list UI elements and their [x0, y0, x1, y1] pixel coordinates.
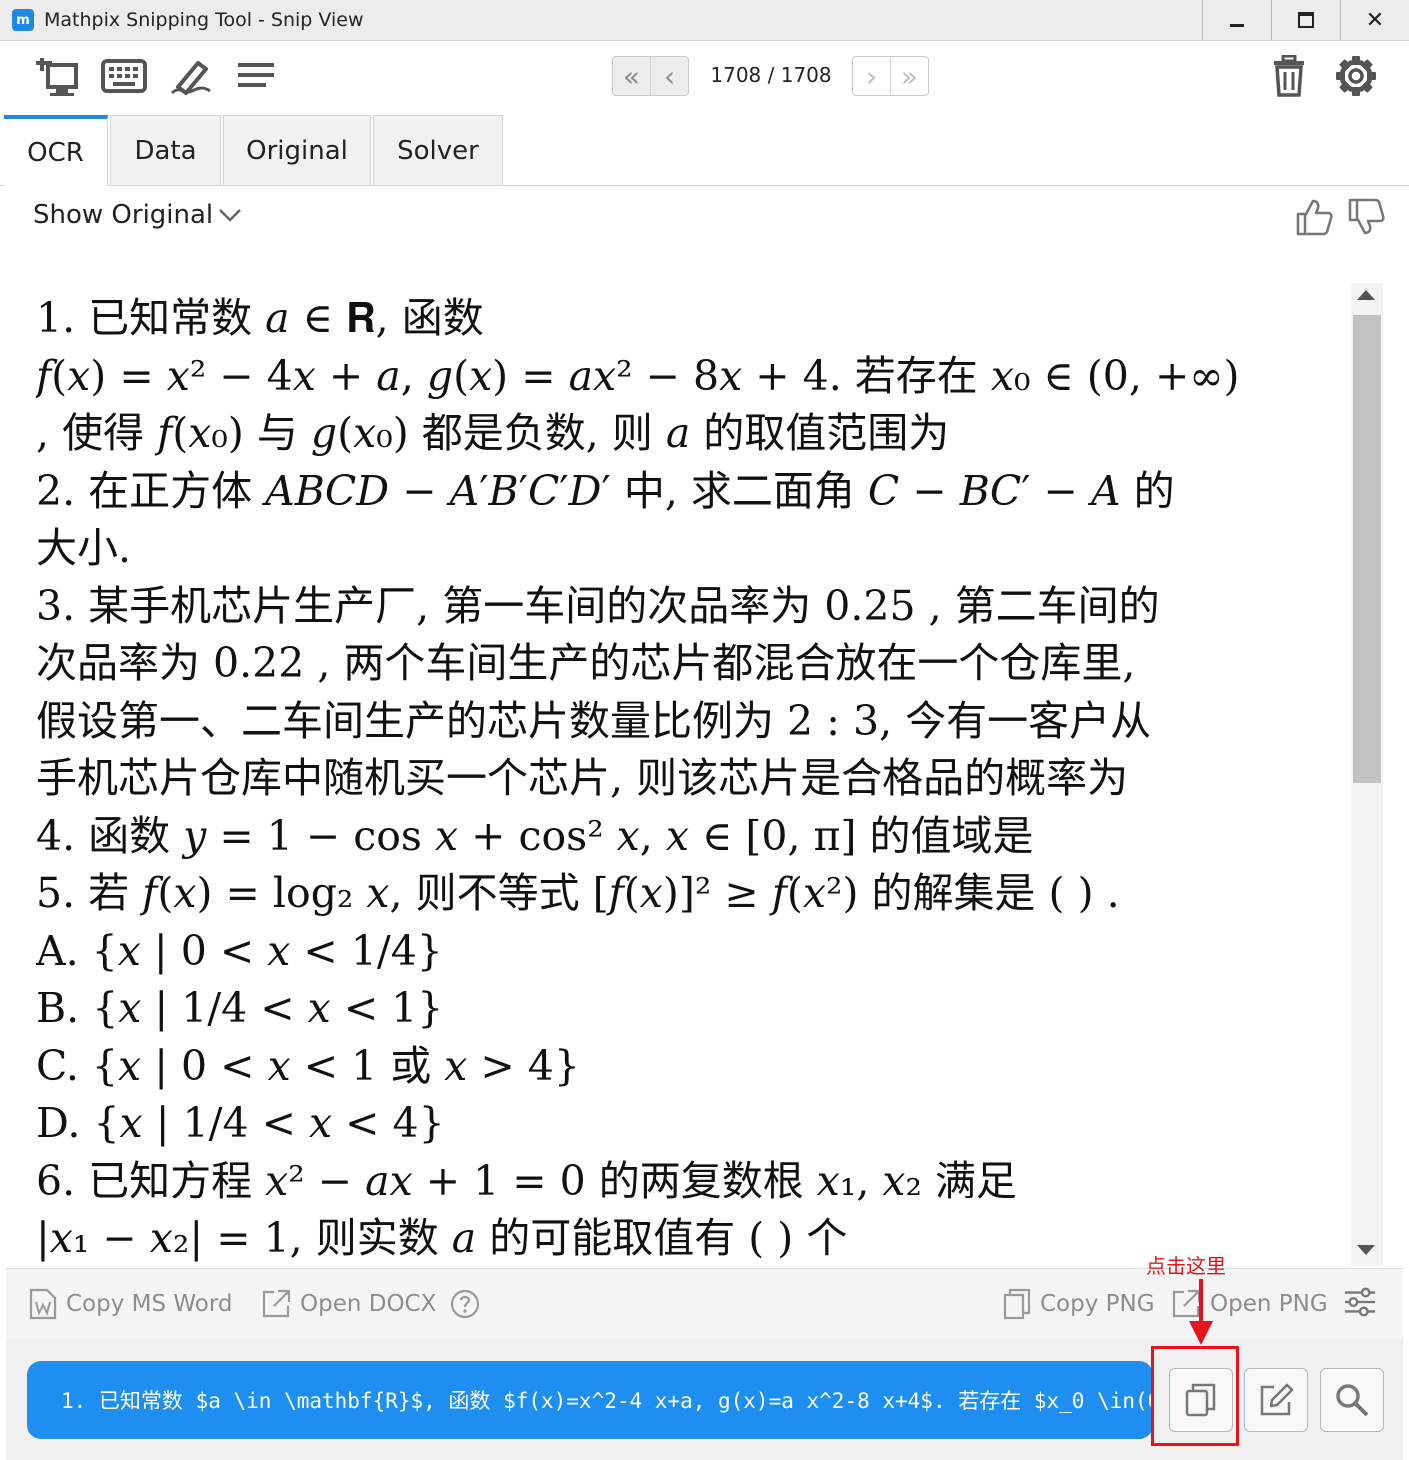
content-line: 1. 已知常数 𝑎 ∈ 𝐑, 函数: [36, 294, 484, 342]
pager-back-group: « ‹: [612, 56, 689, 96]
search-icon: [1336, 1384, 1369, 1417]
content-line: 手机芯片仓库中随机买一个芯片, 则该芯片是合格品的概率为: [36, 754, 1129, 802]
word-document-icon: [29, 1288, 57, 1320]
content-line: A. {𝑥 | 0 < 𝑥 < 1/4}: [36, 926, 443, 975]
tab-ocr[interactable]: OCR: [4, 115, 108, 186]
latex-output-text: 1. 已知常数 $a \in \mathbf{R}$, 函数 $f(x)=x^2…: [61, 1389, 1153, 1413]
content-line: B. {𝑥 | 1/4 < 𝑥 < 1}: [36, 984, 444, 1032]
title-bar: m Mathpix Snipping Tool - Snip View ✕: [0, 0, 1409, 41]
search-button[interactable]: [1320, 1368, 1384, 1432]
next-page-button[interactable]: ›: [853, 57, 890, 95]
minimize-icon: [1230, 23, 1244, 27]
show-original-label: Show Original: [33, 200, 214, 230]
content-line: 大小.: [36, 524, 132, 572]
copy-icon: [1003, 1288, 1031, 1320]
open-png-label: Open PNG: [1210, 1291, 1328, 1317]
handwriting-icon[interactable]: [168, 55, 214, 97]
help-icon[interactable]: [450, 1289, 480, 1319]
content-line: 4. 函数 𝑦 = 1 − cos 𝑥 + cos² 𝑥, 𝑥 ∈ [0, π]…: [36, 811, 1034, 860]
open-docx-button[interactable]: Open DOCX: [260, 1287, 488, 1321]
screen-snip-icon[interactable]: [36, 55, 82, 97]
last-page-icon: »: [900, 59, 919, 93]
first-page-button[interactable]: «: [613, 57, 650, 95]
content-line: 2. 在正方体 𝐴𝐵𝐶𝐷 − 𝐴′𝐵′𝐶′𝐷′ 中, 求二面角 𝐶 − 𝐵𝐶′ …: [36, 466, 1175, 515]
copy-png-label: Copy PNG: [1040, 1291, 1155, 1317]
page-counter: 1708 / 1708: [710, 63, 832, 87]
trash-icon[interactable]: [1266, 55, 1312, 97]
ocr-rendered-content: 1. 已知常数 𝑎 ∈ 𝐑, 函数 𝑓(𝑥) = 𝑥² − 4𝑥 + 𝑎, 𝑔(𝑥…: [36, 290, 1346, 1268]
close-icon: ✕: [1365, 7, 1385, 33]
copy-png-button[interactable]: Copy PNG: [1002, 1287, 1155, 1321]
tab-bar: OCR Data Original Solver: [0, 113, 1409, 186]
tab-solver[interactable]: Solver: [373, 115, 503, 185]
content-line: 6. 已知方程 𝑥² − 𝑎𝑥 + 1 = 0 的两复数根 𝑥₁, 𝑥₂ 满足: [36, 1156, 1018, 1205]
latex-output-field[interactable]: 1. 已知常数 $a \in \mathbf{R}$, 函数 $f(x)=x^2…: [27, 1361, 1153, 1439]
copy-ms-word-label: Copy MS Word: [66, 1291, 233, 1317]
previous-page-button[interactable]: ‹: [650, 57, 688, 95]
thumbs-up-icon[interactable]: [1294, 197, 1334, 237]
chevron-down-icon: [219, 209, 242, 222]
copy-ms-word-button[interactable]: Copy MS Word: [28, 1287, 233, 1321]
next-page-icon: ›: [865, 59, 878, 93]
content-line: 𝑓(𝑥) = 𝑥² − 4𝑥 + 𝑎, 𝑔(𝑥) = 𝑎𝑥² − 8𝑥 + 4.…: [36, 351, 1240, 400]
last-page-button[interactable]: »: [890, 57, 928, 95]
content-line: 假设第一、二车间生产的芯片数量比例为 2 : 3, 今有一客户从: [36, 696, 1152, 745]
first-page-icon: «: [622, 59, 641, 93]
sliders-settings-icon[interactable]: [1342, 1285, 1378, 1319]
keyboard-icon[interactable]: [101, 55, 147, 97]
content-line: 5. 若 𝑓(𝑥) = log₂ 𝑥, 则不等式 [𝑓(𝑥)]² ≥ 𝑓(𝑥²)…: [36, 869, 1120, 917]
content-line: 3. 某手机芯片生产厂, 第一车间的次品率为 0.25 , 第二车间的: [36, 581, 1160, 630]
scrollbar-thumb[interactable]: [1353, 315, 1381, 783]
pager-forward-group: › »: [852, 56, 929, 96]
menu-icon[interactable]: [234, 55, 280, 97]
content-line: C. {𝑥 | 0 < 𝑥 < 1 或 𝑥 > 4}: [36, 1041, 580, 1090]
annotation-highlight-box: [1151, 1346, 1239, 1446]
edit-button[interactable]: [1244, 1368, 1308, 1432]
edit-icon: [1260, 1383, 1294, 1416]
toolbar: « ‹ 1708 / 1708 › »: [0, 41, 1409, 113]
open-docx-label: Open DOCX: [300, 1291, 437, 1317]
annotation-label: 点击这里: [1146, 1254, 1226, 1278]
gear-icon[interactable]: [1333, 55, 1379, 97]
content-line: , 使得 𝑓(𝑥₀) 与 𝑔(𝑥₀) 都是负数, 则 𝑎 的取值范围为: [36, 409, 950, 457]
window-title: Mathpix Snipping Tool - Snip View: [44, 9, 364, 31]
maximize-button[interactable]: [1271, 0, 1340, 40]
external-link-icon: [262, 1289, 291, 1318]
close-button[interactable]: ✕: [1340, 0, 1409, 40]
previous-page-icon: ‹: [663, 59, 676, 93]
mathpix-logo-icon: m: [12, 9, 34, 31]
show-original-toggle[interactable]: Show Original: [33, 200, 243, 230]
annotation-arrow-icon: [1189, 1279, 1213, 1345]
minimize-button[interactable]: [1202, 0, 1271, 40]
content-line: 次品率为 0.22 , 两个车间生产的芯片都混合放在一个仓库里,: [36, 639, 1136, 687]
thumbs-down-icon[interactable]: [1346, 197, 1386, 237]
maximize-icon: [1298, 12, 1314, 28]
scroll-down-arrow-icon[interactable]: [1357, 1245, 1375, 1255]
tab-original[interactable]: Original: [223, 115, 371, 185]
content-line: D. {𝑥 | 1/4 < 𝑥 < 4}: [36, 1099, 445, 1147]
scroll-up-arrow-icon[interactable]: [1357, 290, 1375, 300]
tab-data[interactable]: Data: [110, 115, 221, 185]
